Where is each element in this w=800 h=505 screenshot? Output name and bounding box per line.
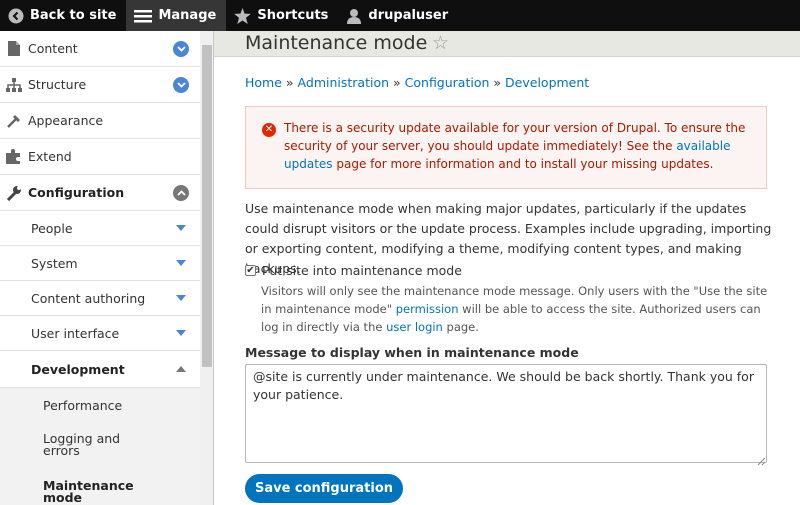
sidebar-item-extend[interactable]: Extend — [0, 139, 200, 175]
sidebar-item-appearance[interactable]: Appearance — [0, 103, 200, 139]
structure-icon — [0, 77, 28, 92]
sidebar-item-user-interface[interactable]: User interface — [0, 316, 200, 351]
user-label: drupaluser — [368, 8, 449, 23]
resize-grip-icon[interactable] — [756, 451, 766, 466]
sidebar-item-label: Maintenance mode — [43, 478, 134, 505]
chevron-down-icon[interactable] — [173, 40, 189, 57]
caret-down-icon[interactable] — [176, 295, 186, 301]
breadcrumb-administration[interactable]: Administration — [298, 75, 389, 90]
sidebar-item-label: Development — [31, 361, 125, 377]
chevron-up-icon[interactable] — [173, 184, 189, 201]
sidebar-item-people[interactable]: People — [0, 211, 200, 246]
breadcrumb-separator: » — [285, 75, 294, 90]
chevron-down-icon[interactable] — [173, 76, 189, 93]
maintenance-mode-checkbox-row[interactable]: ✔ Put site into maintenance mode — [245, 263, 462, 278]
shortcuts-tab[interactable]: Shortcuts — [226, 0, 338, 31]
page-title: Maintenance mode — [245, 32, 428, 54]
textarea-label: Message to display when in maintenance m… — [245, 345, 579, 360]
sidebar-item-logging-errors[interactable]: Logging and errors — [0, 431, 121, 458]
bookmark-star-icon[interactable]: ☆ — [432, 32, 449, 54]
content-icon — [0, 41, 28, 56]
error-icon: ✕ — [262, 123, 276, 137]
error-message: ✕ There is a security update available f… — [245, 106, 767, 189]
sidebar-item-content[interactable]: Content — [0, 31, 200, 67]
sidebar-item-label: Appearance — [28, 113, 104, 128]
caret-down-icon[interactable] — [176, 225, 186, 231]
sidebar-item-label: Logging and errors — [43, 431, 121, 458]
sidebar-item-label: Extend — [28, 149, 72, 164]
sidebar-item-label: Structure — [28, 77, 87, 92]
sidebar-item-development[interactable]: Development — [0, 351, 200, 388]
sidebar-item-label: System — [31, 255, 78, 271]
main-content: Maintenance mode ☆ Home » Administration… — [214, 31, 800, 505]
breadcrumb-separator: » — [393, 75, 401, 90]
checkbox-label: Put site into maintenance mode — [262, 263, 462, 278]
caret-up-icon[interactable] — [176, 366, 186, 372]
sidebar-item-label: Performance — [43, 398, 123, 413]
extend-icon — [0, 149, 28, 164]
checkbox-desc-text-3: page. — [442, 320, 479, 334]
sidebar-item-label: User interface — [31, 325, 120, 341]
sidebar-item-label: Content authoring — [31, 290, 146, 306]
appearance-icon — [0, 113, 28, 128]
breadcrumb: Home » Administration » Configuration » … — [245, 75, 589, 90]
maintenance-message-textarea[interactable]: @site is currently under maintenance. We… — [245, 364, 767, 463]
maintenance-mode-checkbox[interactable]: ✔ — [245, 265, 256, 276]
hamburger-icon — [134, 8, 153, 24]
sidebar-item-label: Configuration — [28, 185, 125, 200]
back-to-site-link[interactable]: Back to site — [0, 0, 126, 31]
manage-tab[interactable]: Manage — [126, 0, 227, 31]
caret-down-icon[interactable] — [176, 260, 186, 266]
sidebar-item-structure[interactable]: Structure — [0, 67, 200, 103]
sidebar-item-maintenance-mode[interactable]: Maintenance mode — [0, 478, 200, 505]
wrench-icon — [0, 185, 28, 201]
sidebar-item-performance[interactable]: Performance — [0, 398, 200, 413]
breadcrumb-development[interactable]: Development — [505, 75, 589, 90]
checkbox-description: Visitors will only see the maintenance m… — [261, 282, 781, 336]
shortcuts-label: Shortcuts — [257, 8, 329, 23]
permission-link[interactable]: permission — [396, 302, 459, 316]
star-icon — [234, 7, 252, 24]
sidebar-item-system[interactable]: System — [0, 246, 200, 281]
sidebar-item-content-authoring[interactable]: Content authoring — [0, 281, 200, 316]
back-to-site-label: Back to site — [30, 8, 117, 23]
user-login-link[interactable]: user login — [386, 320, 443, 334]
admin-sidebar: Content Structure Appearance Extend Conf… — [0, 31, 214, 505]
save-configuration-button[interactable]: Save configuration — [245, 474, 403, 503]
chevron-left-icon — [8, 8, 24, 24]
breadcrumb-separator: » — [493, 75, 502, 90]
breadcrumb-home[interactable]: Home — [245, 75, 282, 90]
sidebar-item-label: People — [31, 220, 73, 236]
caret-down-icon[interactable] — [176, 330, 186, 336]
sidebar-scrollbar-thumb[interactable] — [202, 45, 212, 367]
user-tab[interactable]: drupaluser — [338, 0, 458, 31]
sidebar-item-configuration[interactable]: Configuration — [0, 175, 200, 211]
manage-label: Manage — [158, 8, 217, 23]
error-text-2: page for more information and to install… — [332, 157, 714, 171]
admin-toolbar: Back to site Manage Shortcuts drupaluser — [0, 0, 800, 31]
user-icon — [346, 8, 362, 24]
sidebar-item-label: Content — [28, 41, 78, 56]
breadcrumb-configuration[interactable]: Configuration — [405, 75, 490, 90]
